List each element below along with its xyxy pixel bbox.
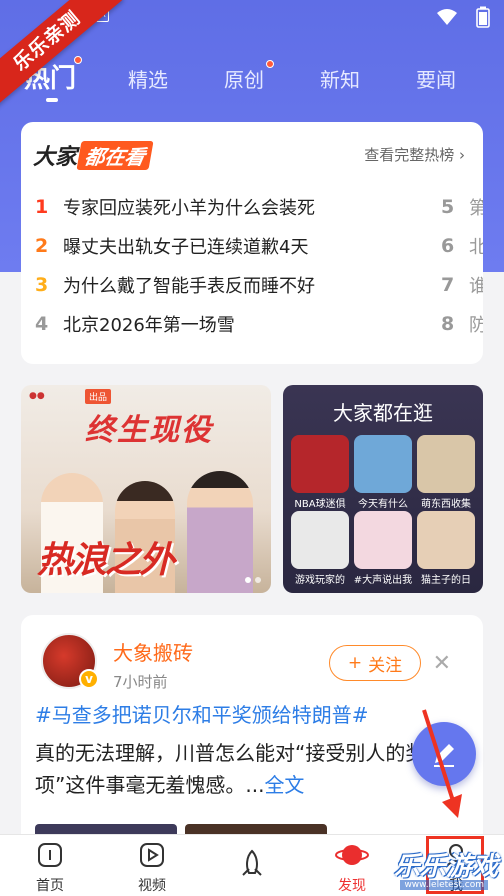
tile-label: 猫主子的日 xyxy=(421,575,471,586)
hot-title: 北京2026年第一场雪 xyxy=(63,315,235,336)
hot-item[interactable]: 6北 xyxy=(441,231,483,261)
tab-headlines[interactable]: 要闻 xyxy=(416,64,456,93)
tile-label: 游戏玩家的 xyxy=(295,575,345,586)
nav-rocket[interactable] xyxy=(222,849,282,883)
hot-list-logo: 大家 都在看 xyxy=(33,140,154,170)
view-full-hot-list-link[interactable]: 查看完整热榜 › xyxy=(364,144,465,165)
tab-indicator xyxy=(46,98,58,102)
promo-banner[interactable]: ●● 出品 终生现役 热浪之外 xyxy=(21,385,271,593)
hot-rank: 2 xyxy=(35,235,49,257)
stroll-title: 大家都在逛 xyxy=(333,401,433,425)
battery-icon xyxy=(476,6,490,28)
nav-discover[interactable]: 发现 xyxy=(322,841,382,895)
nav-home[interactable]: 首页 xyxy=(20,841,80,895)
stroll-card: 大家都在逛 NBA球迷俱 今天有什么 萌东西收集 游戏玩家的 #大声说出我 猫主… xyxy=(283,385,483,593)
carousel-dot xyxy=(245,577,251,583)
hot-item[interactable]: 2 曝丈夫出轨女子已连续道歉4天 xyxy=(35,231,308,261)
wifi-icon xyxy=(437,9,457,25)
tile-cute[interactable] xyxy=(417,435,475,493)
post-time: 7小时前 xyxy=(113,673,168,691)
tab-selected[interactable]: 精选 xyxy=(128,64,168,93)
tile-nba[interactable] xyxy=(291,435,349,493)
carousel-dots xyxy=(245,577,261,583)
post-topic-link[interactable]: #马查多把诺贝尔和平奖颁给特朗普# xyxy=(35,699,369,728)
tile-label: NBA球迷俱 xyxy=(294,499,346,510)
post-text: 真的无法理解，川普怎么能对“接受别人的奖项”这件事毫无羞愧感。... xyxy=(35,741,426,797)
hot-title: 专家回应装死小羊为什么会装死 xyxy=(63,198,315,219)
tab-original-label: 原创 xyxy=(224,68,264,92)
hot-rank: 6 xyxy=(441,235,455,257)
tab-new-knowledge[interactable]: 新知 xyxy=(320,64,360,93)
banner-person-right xyxy=(187,471,253,593)
play-icon xyxy=(140,843,164,867)
plus-icon: + xyxy=(347,653,363,673)
nav-discover-label: 发现 xyxy=(338,878,366,894)
nav-video[interactable]: 视频 xyxy=(122,841,182,895)
hot-item[interactable]: 7谁 xyxy=(441,270,483,300)
sina-logo: ●● xyxy=(29,391,45,401)
home-icon xyxy=(38,843,62,867)
hot-title: 第 xyxy=(469,198,483,219)
carousel-dot xyxy=(255,577,261,583)
hot-rank: 1 xyxy=(35,196,49,218)
tile-gamers[interactable] xyxy=(291,511,349,569)
tile-label: #大声说出我 xyxy=(353,575,413,586)
tab-selected-label: 精选 xyxy=(128,68,168,92)
tile-today[interactable] xyxy=(354,435,412,493)
tile-label: 今天有什么 xyxy=(358,499,408,510)
top-tabs: 热门 精选 原创 新知 要闻 xyxy=(0,56,504,106)
hot-title: 为什么戴了智能手表反而睡不好 xyxy=(63,276,315,297)
tile-cats[interactable] xyxy=(417,511,475,569)
verified-badge-icon: v xyxy=(79,669,99,689)
tab-original-dot xyxy=(266,60,274,68)
hot-item[interactable]: 3 为什么戴了智能手表反而睡不好 xyxy=(35,270,315,300)
close-icon[interactable]: ✕ xyxy=(433,651,451,676)
tile-label: 萌东西收集 xyxy=(421,499,471,510)
follow-label: 关注 xyxy=(368,655,403,676)
hot-title: 谁 xyxy=(469,276,483,297)
tile-shout[interactable] xyxy=(354,511,412,569)
hot-title: 防 xyxy=(469,315,483,336)
hot-logo-part-a: 大家 xyxy=(33,145,78,170)
site-watermark-url: www.leletest.com xyxy=(400,880,488,890)
nav-video-label: 视频 xyxy=(138,878,166,894)
rocket-icon xyxy=(242,849,262,876)
site-watermark: 乐乐游戏 xyxy=(393,852,498,882)
chevron-right-icon: › xyxy=(459,146,465,164)
tab-headlines-label: 要闻 xyxy=(416,68,456,92)
hot-title: 北 xyxy=(469,237,483,258)
follow-button[interactable]: + 关注 xyxy=(329,645,421,681)
hot-rank: 4 xyxy=(35,313,49,335)
hot-rank: 3 xyxy=(35,274,49,296)
tab-original[interactable]: 原创 xyxy=(224,60,274,93)
hot-item[interactable]: 8防 xyxy=(441,309,483,339)
banner-title: 终生现役 xyxy=(85,413,213,448)
hot-more-label: 查看完整热榜 xyxy=(364,146,455,164)
post-body[interactable]: 真的无法理解，川普怎么能对“接受别人的奖项”这件事毫无羞愧感。...全文 xyxy=(35,737,475,801)
hot-list-card: 大家 都在看 查看完整热榜 › 1 专家回应装死小羊为什么会装死 2 曝丈夫出轨女子… xyxy=(21,122,483,364)
post-username[interactable]: 大象搬砖 xyxy=(113,637,193,666)
tab-hot-dot xyxy=(74,56,83,64)
banner-tag: 出品 xyxy=(85,389,112,404)
nav-home-label: 首页 xyxy=(36,878,64,894)
red-arrow-annotation xyxy=(422,709,462,818)
avatar[interactable]: v xyxy=(41,633,99,689)
hot-title: 曝丈夫出轨女子已连续道歉4天 xyxy=(63,237,309,258)
hot-item[interactable]: 4 北京2026年第一场雪 xyxy=(35,309,235,339)
hot-rank: 8 xyxy=(441,313,455,335)
hot-item[interactable]: 1 专家回应装死小羊为什么会装死 xyxy=(35,192,315,222)
banner-big-title: 热浪之外 xyxy=(37,540,175,581)
read-more-link[interactable]: 全文 xyxy=(264,773,304,797)
hot-rank: 7 xyxy=(441,274,455,296)
hot-rank: 5 xyxy=(441,196,455,218)
tab-new-knowledge-label: 新知 xyxy=(320,68,360,92)
hot-logo-part-b: 都在看 xyxy=(76,140,154,170)
planet-icon xyxy=(335,845,369,865)
hot-item[interactable]: 5第 xyxy=(441,192,483,222)
